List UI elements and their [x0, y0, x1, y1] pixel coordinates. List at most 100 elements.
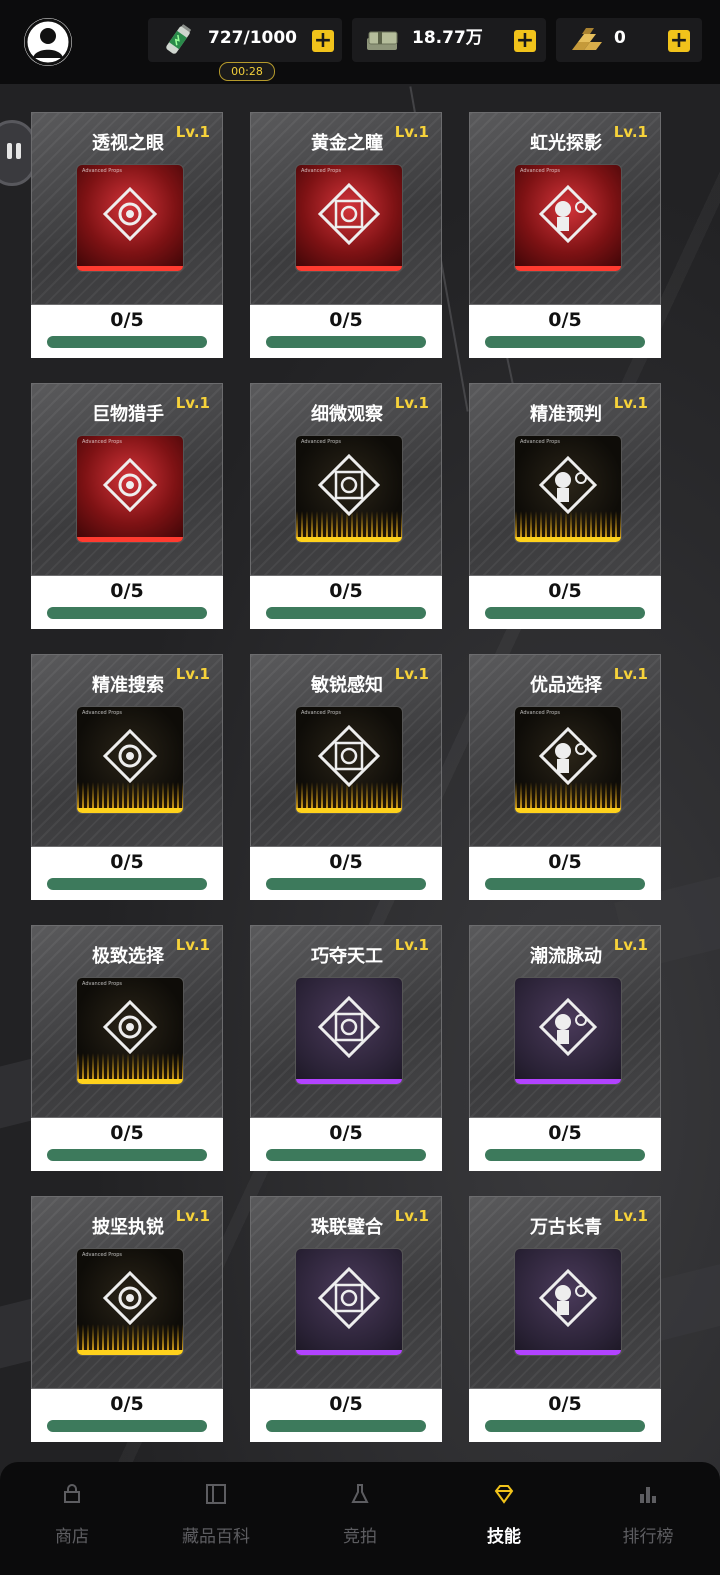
skill-level: Lv.1 [613, 1207, 648, 1225]
skill-progress-bar [47, 336, 207, 348]
skill-emblem-icon [538, 184, 598, 244]
skill-card[interactable]: 巧夺天工 Lv.1 0/5 [250, 925, 442, 1171]
art-tag: Advanced Props [82, 168, 122, 174]
skill-count: 0/5 [329, 1122, 363, 1144]
skill-card-top: 透视之眼 Lv.1 Advanced Props [31, 112, 223, 305]
skill-emblem [514, 977, 622, 1085]
skill-card-bottom: 0/5 [469, 305, 661, 358]
user-avatar-icon [24, 18, 72, 66]
art-tag: Advanced Props [520, 168, 560, 174]
skill-card[interactable]: 精准预判 Lv.1 Advanced Props 0/5 [469, 383, 661, 629]
skill-count: 0/5 [329, 851, 363, 873]
add-gold-button[interactable]: + [668, 30, 690, 52]
skill-count: 0/5 [548, 851, 582, 873]
nav-label: 排行榜 [622, 1527, 674, 1547]
skill-card[interactable]: 透视之眼 Lv.1 Advanced Props 0/5 [31, 112, 223, 358]
skill-card-bottom: 0/5 [31, 576, 223, 629]
handle-bar [7, 143, 12, 159]
nav-item[interactable]: 藏品百科 [144, 1462, 288, 1575]
skill-level: Lv.1 [394, 123, 429, 141]
book-icon [206, 1484, 226, 1504]
skill-card-top: 虹光探影 Lv.1 Advanced Props [469, 112, 661, 305]
skill-emblem: Advanced Props [295, 435, 403, 543]
skill-card-bottom: 0/5 [31, 1389, 223, 1442]
skill-card-bottom: 0/5 [469, 576, 661, 629]
skill-progress-bar [485, 336, 645, 348]
skill-count: 0/5 [548, 309, 582, 331]
skill-level: Lv.1 [175, 665, 210, 683]
skill-level: Lv.1 [613, 936, 648, 954]
cash-value: 18.77万 [412, 28, 483, 48]
art-tag: Advanced Props [301, 710, 341, 716]
skill-emblem: Advanced Props [76, 435, 184, 543]
nav-item[interactable]: 竞拍 [288, 1462, 432, 1575]
skill-card[interactable]: 披坚执锐 Lv.1 Advanced Props 0/5 [31, 1196, 223, 1442]
energy-resource: 727/1000 + [148, 18, 342, 62]
skill-card[interactable]: 潮流脉动 Lv.1 0/5 [469, 925, 661, 1171]
skill-card-bottom: 0/5 [250, 305, 442, 358]
flask-icon [351, 1484, 369, 1503]
skill-card[interactable]: 精准搜索 Lv.1 Advanced Props 0/5 [31, 654, 223, 900]
skill-emblem [295, 1248, 403, 1356]
skill-card[interactable]: 优品选择 Lv.1 Advanced Props 0/5 [469, 654, 661, 900]
nav-item[interactable]: 商店 [0, 1462, 144, 1575]
skill-card-top: 极致选择 Lv.1 Advanced Props [31, 925, 223, 1118]
skill-progress-bar [266, 607, 426, 619]
skill-count: 0/5 [110, 1122, 144, 1144]
skill-card[interactable]: 黄金之瞳 Lv.1 Advanced Props 0/5 [250, 112, 442, 358]
skill-emblem: Advanced Props [295, 706, 403, 814]
rarity-bar [515, 1350, 621, 1355]
skill-emblem: Advanced Props [295, 164, 403, 272]
skill-level: Lv.1 [175, 936, 210, 954]
skill-level: Lv.1 [175, 1207, 210, 1225]
skill-card-top: 潮流脉动 Lv.1 [469, 925, 661, 1118]
rarity-bar [515, 808, 621, 813]
skill-emblem-icon [317, 995, 381, 1059]
skill-card[interactable]: 细微观察 Lv.1 Advanced Props 0/5 [250, 383, 442, 629]
nav-item[interactable]: 排行榜 [576, 1462, 720, 1575]
skill-card[interactable]: 极致选择 Lv.1 Advanced Props 0/5 [31, 925, 223, 1171]
skill-emblem-icon [317, 182, 381, 246]
skill-emblem-icon [102, 457, 158, 513]
rarity-bar [515, 537, 621, 542]
skill-card[interactable]: 珠联璧合 Lv.1 0/5 [250, 1196, 442, 1442]
skill-card[interactable]: 敏锐感知 Lv.1 Advanced Props 0/5 [250, 654, 442, 900]
skill-card-bottom: 0/5 [31, 847, 223, 900]
add-energy-button[interactable]: + [312, 30, 334, 52]
avatar[interactable] [24, 18, 72, 66]
skill-card[interactable]: 万古长青 Lv.1 0/5 [469, 1196, 661, 1442]
rarity-bar [77, 1350, 183, 1355]
art-tag: Advanced Props [520, 439, 560, 445]
skill-level: Lv.1 [394, 394, 429, 412]
skill-card[interactable]: 巨物猎手 Lv.1 Advanced Props 0/5 [31, 383, 223, 629]
bottom-nav: 商店 藏品百科 竞拍 技能 排行榜 [0, 1462, 720, 1575]
skill-emblem: Advanced Props [76, 1248, 184, 1356]
skill-emblem-icon [102, 1270, 158, 1326]
diamond-gem-icon [494, 1485, 514, 1504]
skill-emblem [514, 1248, 622, 1356]
handle-bar [16, 143, 21, 159]
skill-emblem [295, 977, 403, 1085]
skill-card-bottom: 0/5 [250, 847, 442, 900]
nav-item[interactable]: 技能 [432, 1462, 576, 1575]
add-cash-button[interactable]: + [514, 30, 536, 52]
skill-emblem: Advanced Props [76, 164, 184, 272]
skill-card-top: 巨物猎手 Lv.1 Advanced Props [31, 383, 223, 576]
skill-emblem: Advanced Props [76, 706, 184, 814]
skill-card-top: 敏锐感知 Lv.1 Advanced Props [250, 654, 442, 847]
rarity-bar [296, 266, 402, 271]
skill-level: Lv.1 [394, 936, 429, 954]
skill-emblem-icon [538, 1268, 598, 1328]
skill-count: 0/5 [329, 580, 363, 602]
skill-card-top: 优品选择 Lv.1 Advanced Props [469, 654, 661, 847]
rarity-bar [296, 808, 402, 813]
skill-card-top: 万古长青 Lv.1 [469, 1196, 661, 1389]
skill-card[interactable]: 虹光探影 Lv.1 Advanced Props 0/5 [469, 112, 661, 358]
gold-bars-icon [572, 28, 602, 50]
top-bar: 727/1000 + 00:28 18.77万 + 0 + [0, 0, 720, 84]
skill-emblem-icon [317, 724, 381, 788]
skill-emblem-icon [538, 455, 598, 515]
rarity-bar [77, 537, 183, 542]
bar-chart-icon [640, 1487, 656, 1503]
skill-level: Lv.1 [613, 665, 648, 683]
